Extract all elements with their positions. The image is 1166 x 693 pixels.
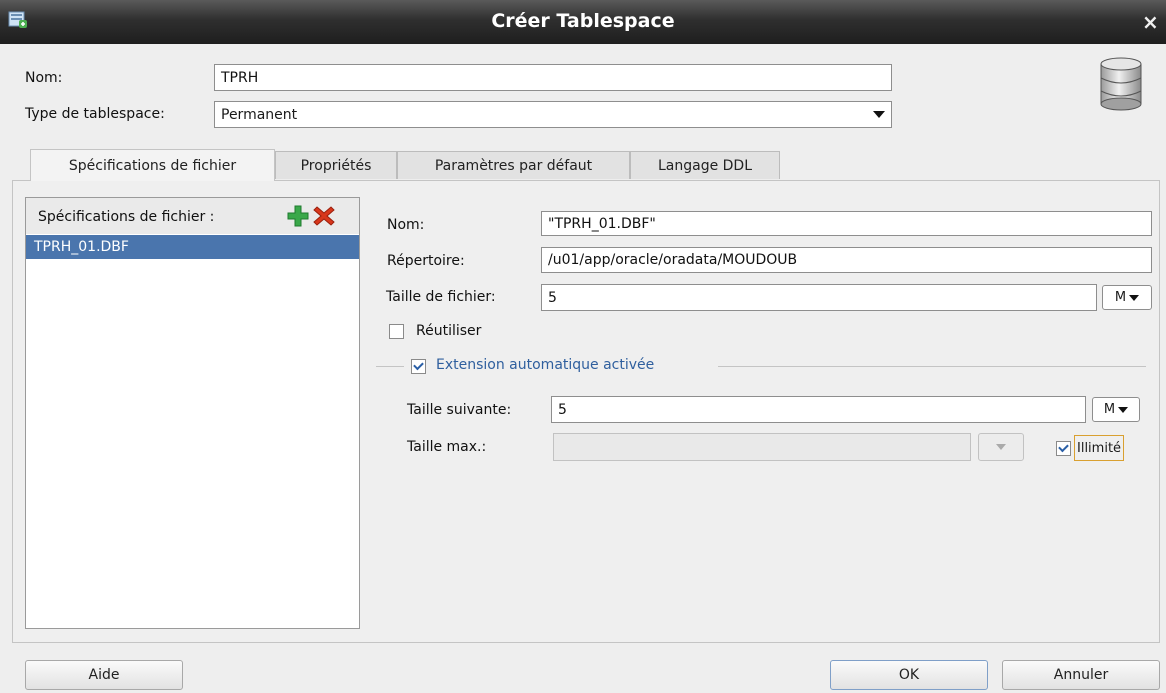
database-icon [1100, 57, 1142, 111]
group-divider [718, 366, 1146, 367]
file-list-label: Spécifications de fichier : [38, 209, 215, 225]
reuse-label: Réutiliser [416, 323, 482, 339]
repertoire-label: Répertoire: [387, 253, 465, 269]
tablespace-type-label: Type de tablespace: [25, 106, 165, 122]
tab-specifications-fichier[interactable]: Spécifications de fichier [30, 149, 275, 181]
max-size-unit-select [978, 433, 1024, 461]
nom-label: Nom: [25, 70, 63, 86]
next-size-unit-select[interactable]: M [1092, 397, 1140, 422]
ok-button[interactable]: OK [830, 660, 988, 690]
autoextend-label: Extension automatique activée [436, 357, 655, 373]
file-size-unit-select[interactable]: M [1102, 285, 1152, 310]
title-bar: Créer Tablespace × [0, 0, 1166, 44]
chevron-down-icon [1129, 294, 1140, 301]
tab-langage-ddl[interactable]: Langage DDL [630, 151, 780, 179]
next-size-label: Taille suivante: [407, 402, 512, 418]
unlimited-checkbox[interactable] [1056, 441, 1071, 456]
file-size-label: Taille de fichier: [386, 289, 496, 305]
help-button[interactable]: Aide [25, 660, 183, 690]
cancel-button[interactable]: Annuler [1002, 660, 1160, 690]
window-title: Créer Tablespace [491, 10, 675, 32]
close-icon[interactable]: × [1142, 10, 1159, 34]
directory-input[interactable]: /u01/app/oracle/oradata/MOUDOUB [541, 247, 1152, 273]
add-icon[interactable] [287, 205, 309, 227]
file-nom-label: Nom: [387, 217, 425, 233]
tab-parametres-defaut[interactable]: Paramètres par défaut [397, 151, 630, 179]
group-divider [376, 366, 404, 367]
autoextend-checkbox[interactable] [411, 359, 426, 374]
tablespace-type-select[interactable]: Permanent [214, 101, 892, 128]
file-name-input[interactable]: "TPRH_01.DBF" [541, 211, 1152, 236]
chevron-down-icon [873, 111, 885, 118]
unlimited-label: Illimité [1074, 435, 1125, 461]
file-list[interactable] [25, 197, 360, 629]
max-size-label: Taille max.: [407, 439, 487, 455]
tablespace-name-input[interactable]: TPRH [214, 64, 892, 91]
delete-icon[interactable] [313, 205, 335, 227]
tab-proprietes[interactable]: Propriétés [275, 151, 397, 179]
next-size-input[interactable]: 5 [551, 396, 1086, 423]
file-size-input[interactable]: 5 [541, 284, 1097, 311]
file-list-item[interactable]: TPRH_01.DBF [26, 235, 359, 259]
chevron-down-icon [996, 444, 1006, 450]
file-size-unit-value: M [1114, 290, 1127, 305]
max-size-input [553, 433, 971, 461]
tablespace-type-value: Permanent [221, 106, 298, 123]
chevron-down-icon [1118, 406, 1129, 413]
reuse-checkbox[interactable] [389, 324, 404, 339]
next-size-unit-value: M [1103, 402, 1116, 417]
